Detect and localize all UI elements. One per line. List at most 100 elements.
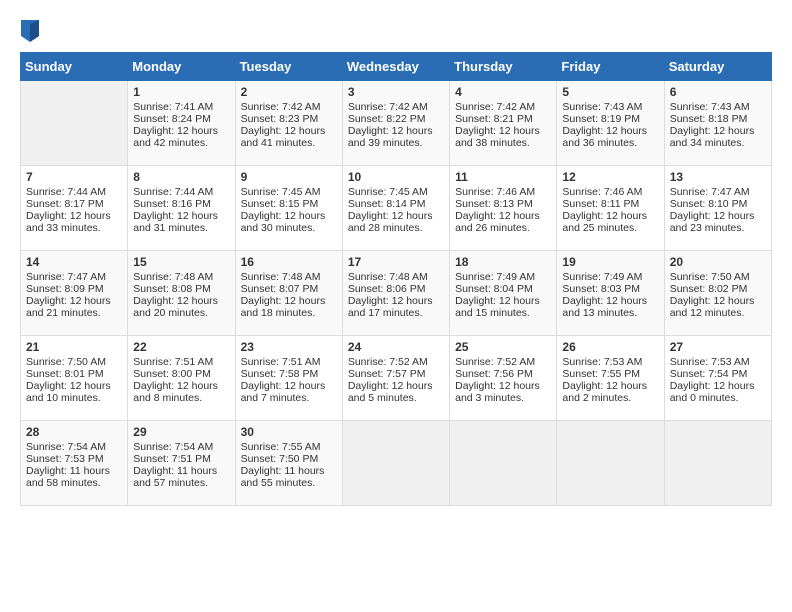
day-info: Daylight: 12 hours and 42 minutes. (133, 125, 229, 149)
calendar-cell (664, 421, 771, 506)
calendar-cell: 20Sunrise: 7:50 AMSunset: 8:02 PMDayligh… (664, 251, 771, 336)
day-number: 5 (562, 85, 658, 99)
day-info: Sunrise: 7:50 AM (26, 356, 122, 368)
day-info: Sunset: 8:07 PM (241, 283, 337, 295)
day-info: Sunrise: 7:43 AM (670, 101, 766, 113)
column-header-wednesday: Wednesday (342, 53, 449, 81)
column-header-tuesday: Tuesday (235, 53, 342, 81)
day-number: 24 (348, 340, 444, 354)
day-info: Daylight: 11 hours and 58 minutes. (26, 465, 122, 489)
day-info: Daylight: 12 hours and 8 minutes. (133, 380, 229, 404)
day-info: Sunrise: 7:42 AM (348, 101, 444, 113)
day-number: 11 (455, 170, 551, 184)
day-number: 2 (241, 85, 337, 99)
day-info: Sunset: 8:18 PM (670, 113, 766, 125)
calendar-cell: 8Sunrise: 7:44 AMSunset: 8:16 PMDaylight… (128, 166, 235, 251)
calendar-cell: 15Sunrise: 7:48 AMSunset: 8:08 PMDayligh… (128, 251, 235, 336)
day-info: Daylight: 12 hours and 12 minutes. (670, 295, 766, 319)
calendar-cell: 7Sunrise: 7:44 AMSunset: 8:17 PMDaylight… (21, 166, 128, 251)
day-info: Sunset: 8:06 PM (348, 283, 444, 295)
day-info: Sunrise: 7:47 AM (670, 186, 766, 198)
calendar-cell: 17Sunrise: 7:48 AMSunset: 8:06 PMDayligh… (342, 251, 449, 336)
day-info: Sunrise: 7:54 AM (26, 441, 122, 453)
logo (20, 20, 40, 42)
calendar-week-row: 7Sunrise: 7:44 AMSunset: 8:17 PMDaylight… (21, 166, 772, 251)
day-info: Daylight: 12 hours and 13 minutes. (562, 295, 658, 319)
calendar-cell: 30Sunrise: 7:55 AMSunset: 7:50 PMDayligh… (235, 421, 342, 506)
column-header-monday: Monday (128, 53, 235, 81)
calendar-cell (557, 421, 664, 506)
day-info: Sunrise: 7:51 AM (133, 356, 229, 368)
day-number: 14 (26, 255, 122, 269)
day-info: Sunset: 7:54 PM (670, 368, 766, 380)
day-info: Sunset: 8:03 PM (562, 283, 658, 295)
day-info: Sunrise: 7:48 AM (348, 271, 444, 283)
calendar-cell: 14Sunrise: 7:47 AMSunset: 8:09 PMDayligh… (21, 251, 128, 336)
day-number: 19 (562, 255, 658, 269)
day-info: Sunset: 7:51 PM (133, 453, 229, 465)
day-info: Sunrise: 7:42 AM (455, 101, 551, 113)
calendar-week-row: 1Sunrise: 7:41 AMSunset: 8:24 PMDaylight… (21, 81, 772, 166)
day-info: Sunset: 8:24 PM (133, 113, 229, 125)
day-number: 10 (348, 170, 444, 184)
calendar-cell: 18Sunrise: 7:49 AMSunset: 8:04 PMDayligh… (450, 251, 557, 336)
day-info: Daylight: 12 hours and 23 minutes. (670, 210, 766, 234)
calendar-cell: 13Sunrise: 7:47 AMSunset: 8:10 PMDayligh… (664, 166, 771, 251)
day-info: Sunrise: 7:52 AM (455, 356, 551, 368)
day-info: Daylight: 12 hours and 17 minutes. (348, 295, 444, 319)
day-info: Sunset: 8:21 PM (455, 113, 551, 125)
column-header-thursday: Thursday (450, 53, 557, 81)
calendar-cell: 24Sunrise: 7:52 AMSunset: 7:57 PMDayligh… (342, 336, 449, 421)
day-number: 23 (241, 340, 337, 354)
header-row: SundayMondayTuesdayWednesdayThursdayFrid… (21, 53, 772, 81)
day-info: Sunrise: 7:42 AM (241, 101, 337, 113)
day-info: Sunrise: 7:55 AM (241, 441, 337, 453)
day-number: 27 (670, 340, 766, 354)
day-info: Daylight: 12 hours and 10 minutes. (26, 380, 122, 404)
calendar-cell (342, 421, 449, 506)
day-info: Daylight: 12 hours and 3 minutes. (455, 380, 551, 404)
day-info: Sunrise: 7:49 AM (562, 271, 658, 283)
column-header-friday: Friday (557, 53, 664, 81)
day-info: Sunrise: 7:41 AM (133, 101, 229, 113)
calendar-cell: 2Sunrise: 7:42 AMSunset: 8:23 PMDaylight… (235, 81, 342, 166)
calendar-cell: 21Sunrise: 7:50 AMSunset: 8:01 PMDayligh… (21, 336, 128, 421)
day-info: Sunrise: 7:46 AM (562, 186, 658, 198)
day-info: Sunrise: 7:43 AM (562, 101, 658, 113)
day-info: Daylight: 12 hours and 25 minutes. (562, 210, 658, 234)
day-number: 4 (455, 85, 551, 99)
day-info: Sunrise: 7:50 AM (670, 271, 766, 283)
calendar-cell: 9Sunrise: 7:45 AMSunset: 8:15 PMDaylight… (235, 166, 342, 251)
calendar-cell: 3Sunrise: 7:42 AMSunset: 8:22 PMDaylight… (342, 81, 449, 166)
day-info: Daylight: 12 hours and 39 minutes. (348, 125, 444, 149)
day-info: Sunset: 8:13 PM (455, 198, 551, 210)
page-header (20, 20, 772, 42)
day-info: Sunrise: 7:44 AM (26, 186, 122, 198)
calendar-week-row: 28Sunrise: 7:54 AMSunset: 7:53 PMDayligh… (21, 421, 772, 506)
calendar-cell: 26Sunrise: 7:53 AMSunset: 7:55 PMDayligh… (557, 336, 664, 421)
day-number: 25 (455, 340, 551, 354)
day-info: Sunset: 8:14 PM (348, 198, 444, 210)
day-info: Daylight: 12 hours and 20 minutes. (133, 295, 229, 319)
calendar-cell: 5Sunrise: 7:43 AMSunset: 8:19 PMDaylight… (557, 81, 664, 166)
day-number: 3 (348, 85, 444, 99)
day-info: Daylight: 12 hours and 21 minutes. (26, 295, 122, 319)
day-info: Daylight: 12 hours and 15 minutes. (455, 295, 551, 319)
day-number: 12 (562, 170, 658, 184)
day-number: 18 (455, 255, 551, 269)
day-number: 30 (241, 425, 337, 439)
day-info: Sunrise: 7:52 AM (348, 356, 444, 368)
logo-icon (21, 20, 39, 42)
day-number: 26 (562, 340, 658, 354)
day-info: Sunset: 7:55 PM (562, 368, 658, 380)
column-header-sunday: Sunday (21, 53, 128, 81)
day-info: Sunset: 8:11 PM (562, 198, 658, 210)
day-number: 22 (133, 340, 229, 354)
day-info: Daylight: 12 hours and 33 minutes. (26, 210, 122, 234)
day-info: Daylight: 12 hours and 26 minutes. (455, 210, 551, 234)
day-info: Daylight: 12 hours and 28 minutes. (348, 210, 444, 234)
day-info: Sunset: 8:10 PM (670, 198, 766, 210)
day-info: Daylight: 12 hours and 36 minutes. (562, 125, 658, 149)
day-info: Sunset: 8:02 PM (670, 283, 766, 295)
calendar-cell: 11Sunrise: 7:46 AMSunset: 8:13 PMDayligh… (450, 166, 557, 251)
